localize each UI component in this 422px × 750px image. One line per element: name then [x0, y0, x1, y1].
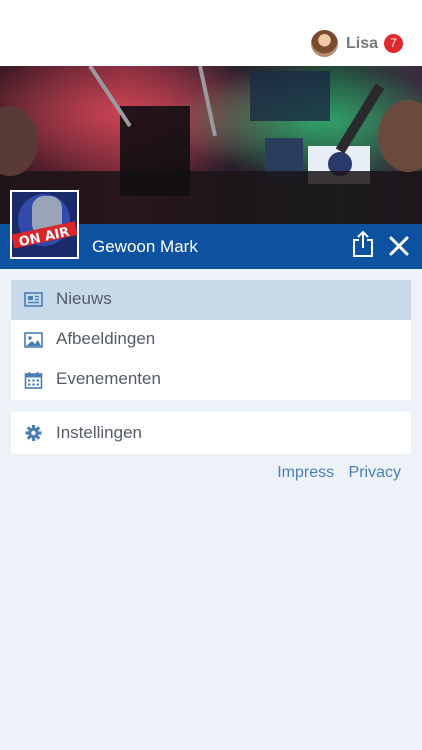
newspaper-icon	[24, 292, 43, 307]
footer-links: Impress Privacy	[267, 464, 401, 482]
close-icon	[389, 236, 409, 256]
user-avatar[interactable]	[311, 30, 338, 57]
impress-link[interactable]: Impress	[277, 464, 334, 481]
share-icon	[353, 230, 373, 257]
channel-logo: ON AIR	[10, 190, 79, 259]
image-icon	[24, 332, 43, 348]
menu-item-evenementen[interactable]: Evenementen	[11, 360, 411, 400]
gear-icon	[25, 425, 42, 441]
notification-badge[interactable]: 7	[384, 34, 403, 53]
menu-item-label: Evenementen	[56, 369, 161, 388]
user-name[interactable]: Lisa	[346, 35, 378, 53]
menu-item-label: Afbeeldingen	[56, 329, 156, 348]
calendar-icon	[24, 372, 43, 389]
navigation-menu: Nieuws Afbeeldingen Evenementen	[11, 280, 411, 400]
share-button[interactable]	[351, 230, 375, 258]
menu-item-nieuws[interactable]: Nieuws	[11, 280, 411, 320]
close-button[interactable]	[388, 235, 410, 257]
menu-item-label: Nieuws	[56, 289, 112, 308]
top-bar: Lisa 7	[0, 0, 422, 66]
menu-item-instellingen[interactable]: Instellingen	[11, 412, 411, 454]
menu-item-afbeeldingen[interactable]: Afbeeldingen	[11, 320, 411, 360]
channel-title: Gewoon Mark	[92, 237, 198, 256]
privacy-link[interactable]: Privacy	[349, 464, 401, 481]
settings-label: Instellingen	[56, 423, 143, 442]
